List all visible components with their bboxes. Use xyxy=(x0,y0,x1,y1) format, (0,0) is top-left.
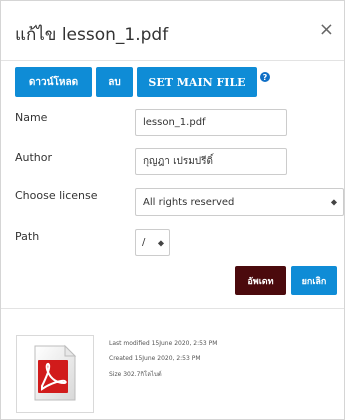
divider xyxy=(1,308,344,309)
download-button[interactable]: ดาวน์โหลด xyxy=(15,67,92,97)
size-text: Size 302.7กิโลไบต์ xyxy=(109,371,162,378)
path-select[interactable]: / ◆ xyxy=(135,229,170,256)
author-label: Author xyxy=(15,151,53,164)
name-label: Name xyxy=(15,111,48,124)
cancel-button[interactable]: ยกเลิก xyxy=(291,266,337,295)
chevron-updown-icon: ◆ xyxy=(330,197,337,207)
edit-file-dialog: แก้ไข lesson_1.pdf × ดาวน์โหลด ลบ SET MA… xyxy=(0,0,345,420)
dialog-header: แก้ไข lesson_1.pdf × xyxy=(1,1,344,61)
path-select-value: / xyxy=(142,237,146,248)
close-button[interactable]: × xyxy=(319,21,334,39)
update-button[interactable]: อัพเดท xyxy=(235,266,286,295)
author-input[interactable]: กุญฎา เปรมปรีดิ์ xyxy=(135,148,287,175)
license-label: Choose license xyxy=(15,189,98,202)
license-select-value: All rights reserved xyxy=(143,196,235,208)
license-select[interactable]: All rights reserved ◆ xyxy=(135,188,344,216)
delete-button[interactable]: ลบ xyxy=(96,67,133,97)
file-thumbnail xyxy=(16,335,94,413)
help-icon[interactable]: ? xyxy=(260,72,270,82)
path-label: Path xyxy=(15,230,40,243)
created-text: Created 15June 2020, 2:53 PM xyxy=(109,355,201,362)
pdf-file-icon xyxy=(34,344,77,401)
dialog-title: แก้ไข lesson_1.pdf xyxy=(15,25,169,45)
chevron-updown-icon: ◆ xyxy=(157,238,164,247)
set-main-file-button[interactable]: SET MAIN FILE xyxy=(137,67,257,97)
name-input[interactable]: lesson_1.pdf xyxy=(135,109,287,136)
last-modified-text: Last modified 15June 2020, 2:53 PM xyxy=(109,340,218,347)
